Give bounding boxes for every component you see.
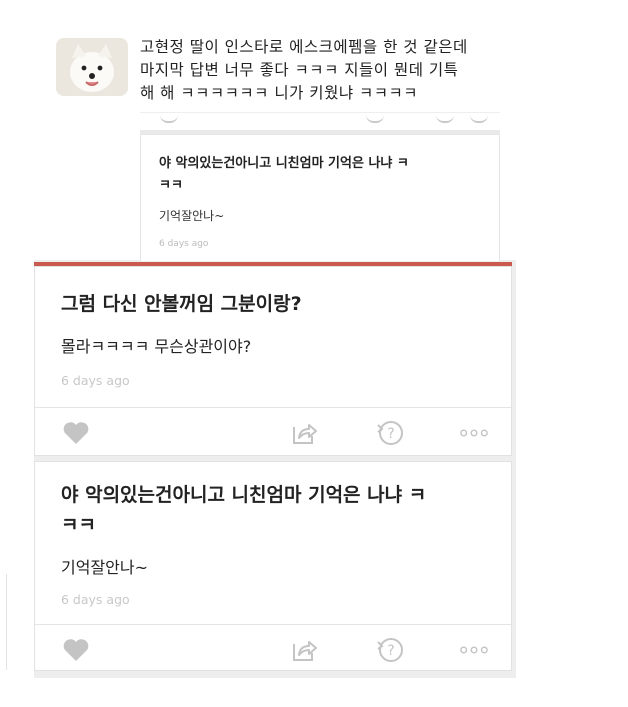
ask-button[interactable]: ? <box>375 418 405 448</box>
question-title: 그럼 다신 안볼꺼임 그분이랑? <box>61 289 481 319</box>
top-post: 고현정 딸이 인스타로 에스크에펨을 한 것 같은데 마지막 답변 너무 좋다 … <box>34 28 516 261</box>
avatar[interactable] <box>56 38 128 96</box>
question-bubble-icon: ? <box>377 421 403 445</box>
edge-marker <box>0 574 7 670</box>
more-dots-icon <box>460 429 488 437</box>
quoted-answer: 기억잘안나~ <box>159 209 225 223</box>
share-icon <box>293 424 317 444</box>
ask-button[interactable]: ? <box>375 635 405 665</box>
question-bubble-icon <box>436 111 454 123</box>
share-icon <box>366 111 384 123</box>
more-dots-icon <box>470 111 488 123</box>
svg-text:?: ? <box>387 643 394 659</box>
heart-icon <box>63 639 89 661</box>
quoted-question: 야 악의있는건아니고 니친엄마 기억은 나냐 ㅋ ㅋㅋ <box>159 153 479 197</box>
quoted-answer-card[interactable]: 야 악의있는건아니고 니친엄마 기억은 나냐 ㅋ ㅋㅋ 기억잘안나~ 6 day… <box>140 134 500 261</box>
more-button[interactable] <box>459 635 491 665</box>
timestamp: 6 days ago <box>61 592 130 607</box>
top-post-line: 고현정 딸이 인스타로 에스크에펨을 한 것 같은데 <box>140 38 468 56</box>
answer-card: 야 악의있는건아니고 니친엄마 기억은 나냐 ㅋ ㅋㅋ 기억잘안나~ 6 day… <box>34 461 512 671</box>
faded-action-row <box>140 112 500 127</box>
answer-text: 기억잘안나~ <box>61 558 149 577</box>
question-line: ㅋㅋ <box>159 178 183 193</box>
action-bar: ? <box>35 624 511 675</box>
question-bubble-icon: ? <box>377 638 403 662</box>
share-button[interactable] <box>289 418 319 448</box>
action-bar: ? <box>35 407 511 458</box>
question-line: ㅋㅋ <box>61 514 96 536</box>
top-post-line: 마지막 답변 너무 좋다 ㅋㅋㅋ 지들이 뭔데 기특 <box>140 61 459 79</box>
like-button[interactable] <box>61 635 91 665</box>
more-button[interactable] <box>459 418 491 448</box>
like-button[interactable] <box>61 418 91 448</box>
question-line: 야 악의있는건아니고 니친엄마 기억은 나냐 ㅋ <box>61 484 427 506</box>
question-line: 그럼 다신 안볼꺼임 그분이랑? <box>61 293 302 315</box>
question-line: 야 악의있는건아니고 니친엄마 기억은 나냐 ㅋ <box>159 156 409 171</box>
answer-text: 몰라ㅋㅋㅋㅋ 무슨상관이야? <box>61 337 252 356</box>
timestamp: 6 days ago <box>61 373 130 388</box>
answer-card: 그럼 다신 안볼꺼임 그분이랑? 몰라ㅋㅋㅋㅋ 무슨상관이야? 6 days a… <box>34 266 512 456</box>
top-post-line: 해 해 ㅋㅋㅋㅋㅋㅋ 니가 키웠냐 ㅋㅋㅋㅋ <box>140 84 419 102</box>
share-icon <box>293 641 317 661</box>
quoted-timestamp: 6 days ago <box>159 239 209 249</box>
dog-avatar-icon <box>56 38 128 96</box>
more-dots-icon <box>460 646 488 654</box>
heart-icon <box>160 111 178 123</box>
svg-text:?: ? <box>387 426 394 442</box>
top-post-text: 고현정 딸이 인스타로 에스크에펨을 한 것 같은데 마지막 답변 너무 좋다 … <box>140 36 510 105</box>
heart-icon <box>63 422 89 444</box>
question-title: 야 악의있는건아니고 니친엄마 기억은 나냐 ㅋ ㅋㅋ <box>61 480 481 540</box>
share-button[interactable] <box>289 635 319 665</box>
